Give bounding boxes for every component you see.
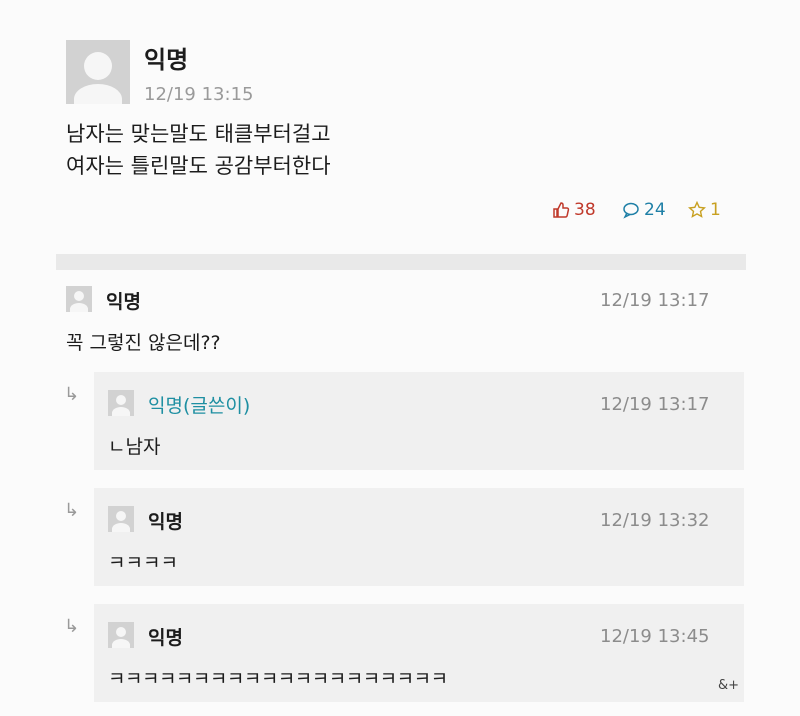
comment-timestamp: 12/19 13:17 [600,290,710,311]
comment-count-button[interactable]: 24 [622,200,666,220]
reply-timestamp: 12/19 13:45 [600,626,710,647]
reply-text: ㅋㅋㅋㅋㅋㅋㅋㅋㅋㅋㅋㅋㅋㅋㅋㅋㅋㅋㅋㅋ [108,668,448,690]
star-icon [688,201,706,219]
like-count: 38 [574,200,596,220]
thumbs-up-icon [552,201,570,219]
reply-author-writer: 익명(글쓴이) [148,395,251,417]
like-count-button[interactable]: 38 [552,200,596,220]
reply-timestamp: 12/19 13:32 [600,510,710,531]
comment-avatar [66,286,92,312]
reply-author: 익명 [148,627,183,649]
post-body-line-1: 남자는 맞는말도 태클부터걸고 [66,122,331,146]
post-timestamp: 12/19 13:15 [144,84,254,105]
reply-arrow-icon: ↳ [64,616,80,637]
reply-arrow-icon: ↳ [64,384,80,405]
post-body-line-2: 여자는 틀린말도 공감부터한다 [66,154,331,178]
watermark: &+ [718,678,740,693]
comment-count: 24 [644,200,666,220]
reply-text: ㄴ남자 [108,436,161,458]
scrap-count: 1 [710,200,721,220]
comment-author: 익명 [106,291,141,313]
reply-text: ㅋㅋㅋㅋ [108,552,178,574]
comment-text: 꼭 그렇진 않은데?? [66,332,221,354]
reply-author: 익명 [148,511,183,533]
reply-timestamp: 12/19 13:17 [600,394,710,415]
reply-arrow-icon: ↳ [64,500,80,521]
reply-avatar [108,390,134,416]
reply-avatar [108,506,134,532]
scrap-count-button[interactable]: 1 [688,200,721,220]
post-author-name: 익명 [144,46,189,74]
speech-bubble-icon [622,201,640,219]
reply-item [94,372,744,470]
reply-item [94,488,744,586]
reply-avatar [108,622,134,648]
section-divider [56,254,746,270]
post-author-avatar [66,40,130,104]
